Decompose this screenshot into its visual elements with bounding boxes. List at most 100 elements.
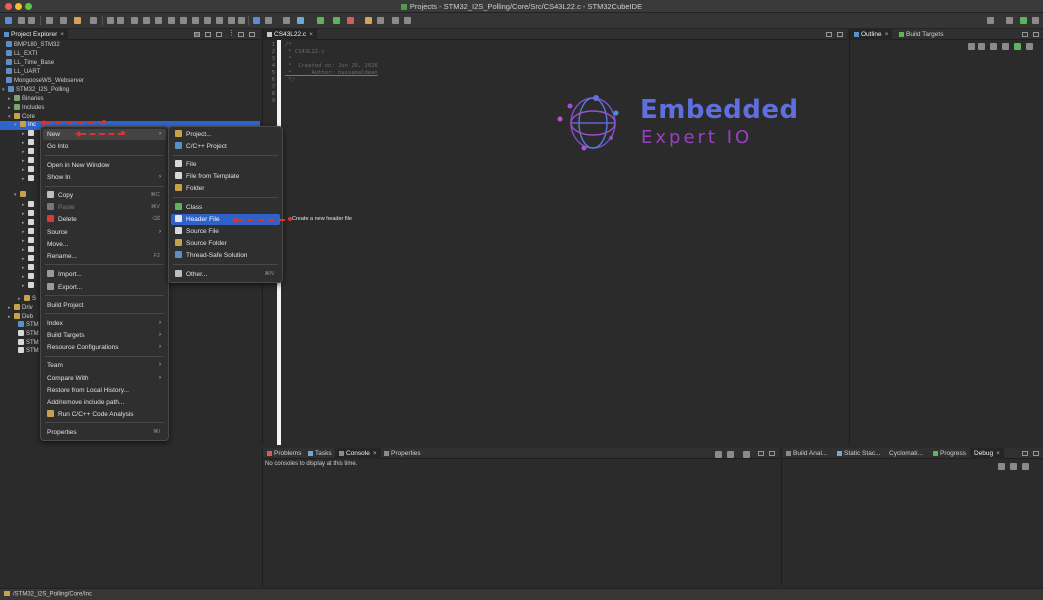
tree-item-file[interactable]: ▸ — [22, 219, 36, 228]
tree-item-file[interactable]: ▸ — [22, 264, 36, 273]
tree-item-project[interactable]: LL_Time_Base — [6, 59, 54, 68]
tree-item-file[interactable]: ▸ — [22, 228, 36, 237]
minimize-view-icon[interactable] — [826, 32, 832, 37]
menu-item-restore-local-history[interactable]: Restore from Local History... — [43, 385, 166, 396]
search-files-icon[interactable] — [180, 17, 187, 24]
menu-item-run-code-analysis[interactable]: Run C/C++ Code Analysis — [43, 409, 166, 420]
pen-icon[interactable] — [377, 17, 384, 24]
close-icon[interactable]: × — [309, 31, 313, 38]
menu-item-rename[interactable]: Rename... F2 — [43, 251, 166, 262]
menu-item-move[interactable]: Move... — [43, 239, 166, 250]
filter-icon[interactable] — [216, 32, 222, 37]
maximize-view-icon[interactable] — [249, 32, 255, 37]
submenu-item-source-folder[interactable]: Source Folder — [171, 238, 280, 249]
tree-item-file[interactable]: STM — [18, 321, 39, 330]
console-display-icon[interactable] — [715, 451, 722, 458]
minimize-view-icon[interactable] — [1022, 451, 1028, 456]
refresh-icon[interactable] — [204, 17, 211, 24]
maximize-view-icon[interactable] — [1033, 32, 1039, 37]
menu-item-go-into[interactable]: Go Into — [43, 141, 166, 152]
close-icon[interactable]: × — [60, 31, 64, 38]
search-icon[interactable] — [987, 17, 994, 24]
external-tools-icon[interactable] — [265, 17, 272, 24]
device-config-icon[interactable] — [90, 17, 97, 24]
tab-build-analyzer[interactable]: Build Anal... — [782, 448, 831, 459]
submenu-item-folder[interactable]: Folder — [171, 183, 280, 194]
outdent-icon[interactable] — [168, 17, 175, 24]
prev-annotation-icon[interactable] — [228, 17, 235, 24]
code-line[interactable]: * Author: hussamaldean — [285, 70, 377, 76]
toggle-comment-icon[interactable] — [143, 17, 150, 24]
format-icon[interactable] — [131, 17, 138, 24]
undo-icon[interactable] — [107, 17, 114, 24]
tab-console[interactable]: Console × — [335, 448, 381, 459]
menu-item-source[interactable]: Source › — [43, 227, 166, 238]
submenu-item-class[interactable]: Class — [171, 202, 280, 213]
submenu-item-file-from-template[interactable]: File from Template — [171, 171, 280, 182]
run-dropdown-icon[interactable] — [333, 17, 340, 24]
tab-build-targets[interactable]: Build Targets — [895, 29, 947, 40]
tree-item-file[interactable]: ▸ — [22, 201, 36, 210]
menu-item-export[interactable]: Export... — [43, 282, 166, 293]
tab-properties[interactable]: Properties — [380, 448, 425, 459]
tree-item-file[interactable]: ▸ — [22, 130, 36, 139]
menu-item-resource-configurations[interactable]: Resource Configurations › — [43, 342, 166, 353]
tree-item-project-expanded[interactable]: ▾ STM32_I2S_Polling — [2, 86, 69, 95]
sort-icon[interactable] — [978, 43, 985, 50]
debug-perspective-icon[interactable] — [1032, 17, 1039, 24]
open-console-icon[interactable] — [743, 451, 750, 458]
save-icon[interactable] — [18, 17, 25, 24]
tree-item-project[interactable]: LL_EXTI — [6, 50, 37, 59]
build-icon[interactable] — [60, 17, 67, 24]
submenu-item-other[interactable]: Other... ⌘N — [171, 269, 280, 280]
tree-item-file[interactable]: ▸ — [22, 210, 36, 219]
run-icon[interactable] — [317, 17, 324, 24]
tab-debug[interactable]: Debug × — [970, 448, 1004, 459]
perspective-icon[interactable] — [1006, 17, 1013, 24]
tree-item-project[interactable]: MongooseWS_Webserver — [6, 77, 84, 86]
tab-progress[interactable]: Progress — [929, 448, 970, 459]
tab-cyclomatic[interactable]: Cyclomati... — [885, 448, 927, 459]
minimize-view-icon[interactable] — [238, 32, 244, 37]
tab-outline[interactable]: Outline × — [850, 29, 893, 40]
menu-item-build-targets[interactable]: Build Targets › — [43, 330, 166, 341]
tree-item-file[interactable]: ▸ — [22, 246, 36, 255]
menu-item-paste[interactable]: Paste ⌘V — [43, 202, 166, 213]
tree-item-file[interactable]: ▸ — [22, 175, 36, 184]
menu-item-copy[interactable]: Copy ⌘C — [43, 190, 166, 201]
stop-icon[interactable] — [347, 17, 354, 24]
coverage-icon[interactable] — [297, 17, 304, 24]
back-icon[interactable] — [392, 17, 399, 24]
hide-fields-icon[interactable] — [990, 43, 997, 50]
new-icon[interactable] — [5, 17, 12, 24]
close-icon[interactable]: × — [996, 450, 1000, 457]
menu-item-index[interactable]: Index › — [43, 318, 166, 329]
menu-item-add-remove-include-path[interactable]: Add/remove include path... — [43, 397, 166, 408]
hide-nonpublic-icon[interactable] — [1014, 43, 1021, 50]
menu-item-delete[interactable]: Delete ⌫ — [43, 214, 166, 225]
code-line[interactable]: /* — [285, 42, 292, 48]
tree-item-file[interactable]: ▸ — [22, 166, 36, 175]
tree-item-file[interactable]: ▸ — [22, 273, 36, 282]
hammer-icon[interactable] — [74, 17, 81, 24]
maximize-view-icon[interactable] — [1033, 451, 1039, 456]
tab-static-stack[interactable]: Static Stac... — [833, 448, 885, 459]
submenu-item-source-file[interactable]: Source File — [171, 226, 280, 237]
menu-item-team[interactable]: Team › — [43, 360, 166, 371]
minimize-view-icon[interactable] — [758, 451, 764, 456]
tree-item-binaries[interactable]: ▸ Binaries — [8, 95, 44, 104]
submenu-item-cpp-project[interactable]: C/C++ Project — [171, 141, 280, 152]
link-editor-icon[interactable] — [205, 32, 211, 37]
view-menu-icon[interactable] — [1022, 463, 1029, 470]
tree-item-file[interactable]: ▸ — [22, 255, 36, 264]
collapse-all-icon[interactable] — [968, 43, 975, 50]
last-edit-icon[interactable] — [238, 17, 245, 24]
collapse-all-icon[interactable] — [1010, 463, 1017, 470]
tree-item-file[interactable]: STM — [18, 330, 39, 339]
tab-cs43l22-c[interactable]: CS43L22.c × — [263, 29, 317, 40]
cpp-perspective-icon[interactable] — [1020, 17, 1027, 24]
next-annotation-icon[interactable] — [216, 17, 223, 24]
collapse-all-icon[interactable] — [194, 32, 200, 37]
forward-icon[interactable] — [404, 17, 411, 24]
close-icon[interactable]: × — [373, 450, 377, 457]
